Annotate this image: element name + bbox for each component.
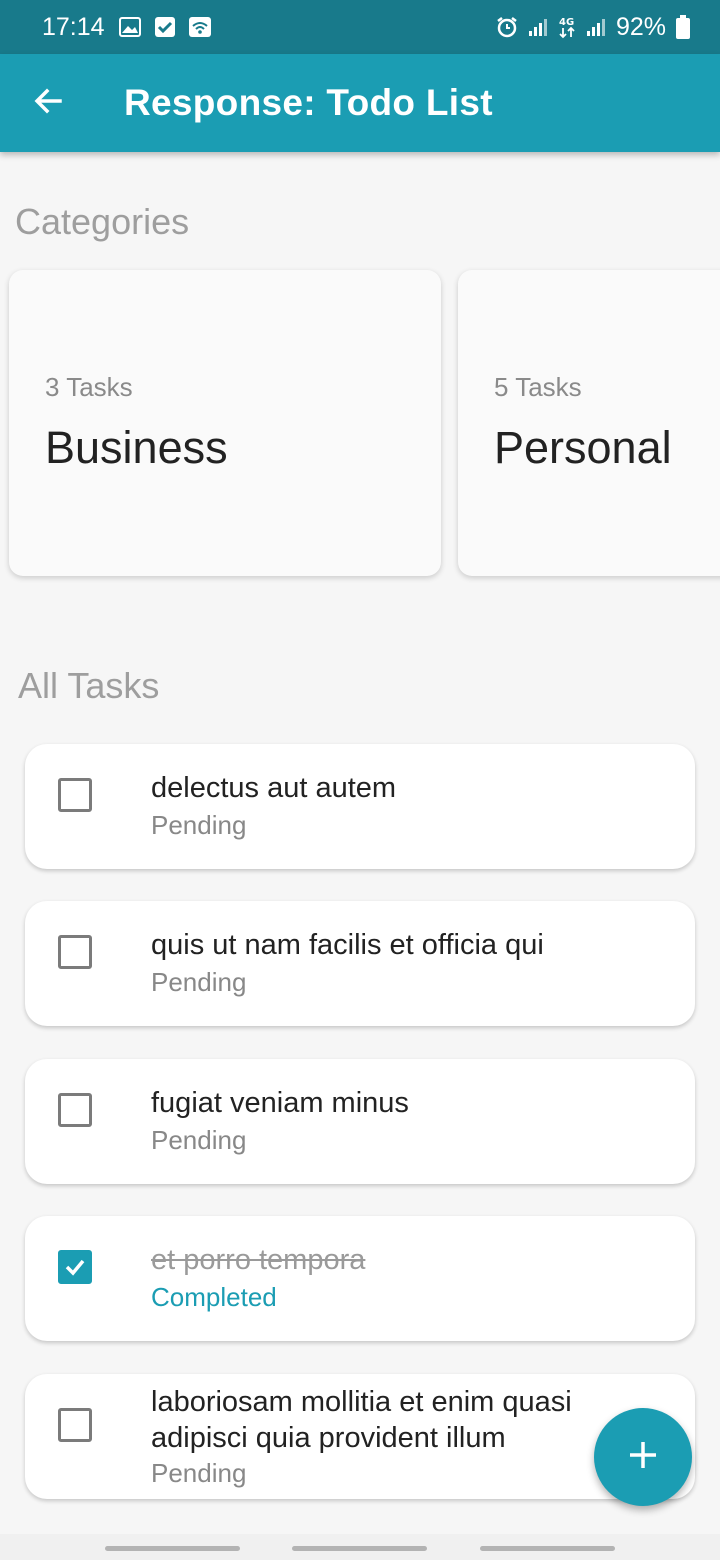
category-card-personal[interactable]: 5 Tasks Personal bbox=[458, 270, 720, 576]
task-checkbox[interactable] bbox=[58, 1408, 92, 1442]
nav-recents-button[interactable] bbox=[105, 1546, 240, 1551]
category-name: Personal bbox=[494, 422, 672, 473]
plus-icon bbox=[628, 1440, 658, 1475]
task-checkbox[interactable] bbox=[58, 1093, 92, 1127]
add-task-button[interactable] bbox=[594, 1408, 692, 1506]
battery-percentage: 92% bbox=[615, 12, 666, 41]
categories-heading: Categories bbox=[15, 201, 190, 242]
wifi-icon bbox=[188, 17, 211, 37]
page-title: Response: Todo List bbox=[124, 82, 493, 123]
check-icon bbox=[154, 17, 175, 37]
task-title: delectus aut autem bbox=[151, 772, 397, 804]
task-checkbox[interactable] bbox=[58, 778, 92, 812]
arrow-left-icon bbox=[32, 85, 64, 122]
signal-icon bbox=[586, 17, 606, 37]
task-title: laboriosam mollitia et enim quasi adipis… bbox=[151, 1386, 572, 1454]
status-time: 17:14 bbox=[42, 12, 105, 41]
alarm-icon bbox=[496, 16, 518, 38]
nav-back-button[interactable] bbox=[480, 1546, 615, 1551]
task-item[interactable]: fugiat veniam minus Pending bbox=[25, 1059, 695, 1184]
task-checkbox-checked[interactable] bbox=[58, 1250, 92, 1284]
checkmark-icon bbox=[65, 1259, 85, 1276]
status-bar: 17:14 4G 92% bbox=[0, 0, 720, 54]
task-title: quis ut nam facilis et officia qui bbox=[151, 929, 544, 961]
task-status: Pending bbox=[151, 810, 247, 840]
svg-text:4G: 4G bbox=[559, 17, 574, 28]
task-item[interactable]: laboriosam mollitia et enim quasi adipis… bbox=[25, 1374, 695, 1499]
4g-icon: 4G bbox=[558, 15, 576, 39]
nav-home-button[interactable] bbox=[292, 1546, 427, 1551]
task-item[interactable]: delectus aut autem Pending bbox=[25, 744, 695, 869]
task-status: Completed bbox=[151, 1282, 277, 1312]
task-item[interactable]: et porro tempora Completed bbox=[25, 1216, 695, 1341]
task-checkbox[interactable] bbox=[58, 935, 92, 969]
category-task-count: 3 Tasks bbox=[45, 372, 133, 402]
all-tasks-heading: All Tasks bbox=[18, 665, 160, 706]
task-status: Pending bbox=[151, 1458, 247, 1488]
app-bar: Response: Todo List bbox=[0, 54, 720, 152]
task-title: fugiat veniam minus bbox=[151, 1087, 409, 1119]
task-status: Pending bbox=[151, 1125, 247, 1155]
task-item[interactable]: quis ut nam facilis et officia qui Pendi… bbox=[25, 901, 695, 1026]
back-button[interactable] bbox=[18, 73, 78, 133]
category-task-count: 5 Tasks bbox=[494, 372, 582, 402]
category-name: Business bbox=[45, 422, 228, 473]
navigation-bar bbox=[0, 1534, 720, 1560]
task-title: et porro tempora bbox=[151, 1244, 366, 1276]
battery-icon bbox=[676, 15, 690, 39]
gallery-icon bbox=[118, 17, 141, 37]
signal-icon bbox=[528, 17, 548, 37]
category-card-business[interactable]: 3 Tasks Business bbox=[9, 270, 441, 576]
task-status: Pending bbox=[151, 967, 247, 997]
